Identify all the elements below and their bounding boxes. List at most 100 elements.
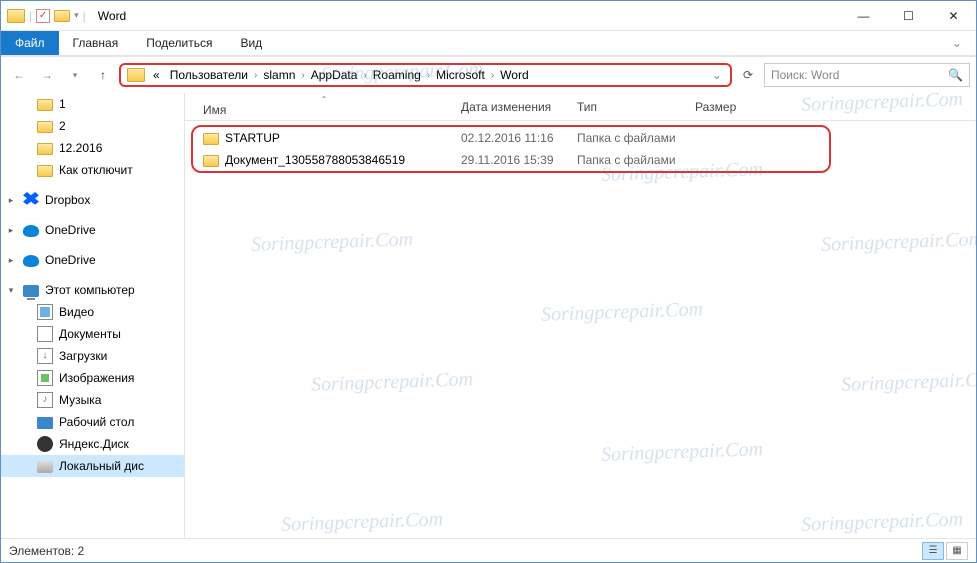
sidebar-item-pictures[interactable]: Изображения: [1, 367, 184, 389]
address-bar[interactable]: « Пользователи› slamn› AppData› Roaming›…: [119, 63, 732, 87]
sidebar-item[interactable]: 2: [1, 115, 184, 137]
sidebar-item-local-disk[interactable]: Локальный дис: [1, 455, 184, 477]
navigation-sidebar: 1 2 12.2016 Как отключит ▸ Dropbox ▸ OneDr…: [1, 93, 185, 538]
sidebar-item-label: Dropbox: [45, 193, 90, 207]
breadcrumb-overflow[interactable]: «: [149, 68, 164, 82]
quick-access-toolbar: | ✓ ▾ |: [1, 9, 92, 23]
sidebar-item-label: Этот компьютер: [45, 283, 135, 297]
disk-icon: [37, 461, 53, 473]
sidebar-item-label: Локальный дис: [59, 459, 144, 473]
sidebar-item-onedrive[interactable]: ▸ OneDrive: [1, 249, 184, 271]
sidebar-item-label: Загрузки: [59, 349, 107, 363]
desktop-icon: [37, 417, 53, 429]
qat-dropdown-icon[interactable]: ▾: [74, 10, 79, 21]
tab-view[interactable]: Вид: [226, 31, 276, 55]
folder-icon: [37, 99, 53, 111]
sidebar-item-label: 1: [59, 97, 66, 111]
view-details-button[interactable]: ☰: [922, 542, 944, 560]
sidebar-item[interactable]: Как отключит: [1, 159, 184, 181]
sidebar-item-label: Как отключит: [59, 163, 133, 177]
ribbon-tabs: Файл Главная Поделиться Вид ⌄: [1, 31, 976, 57]
onedrive-icon: [23, 225, 39, 237]
file-type: Папка с файлами: [569, 153, 687, 167]
sidebar-item-documents[interactable]: Документы: [1, 323, 184, 345]
column-header-type[interactable]: Тип: [569, 100, 687, 114]
window-controls: — ☐ ✕: [841, 1, 976, 31]
address-history-dropdown-icon[interactable]: ⌄: [708, 68, 726, 82]
sidebar-item-label: OneDrive: [45, 253, 96, 267]
sidebar-item-label: Яндекс.Диск: [59, 437, 129, 451]
sidebar-item[interactable]: 12.2016: [1, 137, 184, 159]
chevron-right-icon[interactable]: ›: [254, 70, 257, 81]
expander-icon[interactable]: ▸: [5, 195, 17, 206]
sidebar-item-dropbox[interactable]: ▸ Dropbox: [1, 189, 184, 211]
qat-divider: |: [29, 9, 32, 23]
column-header-size[interactable]: Размер: [687, 100, 767, 114]
main-area: 1 2 12.2016 Как отключит ▸ Dropbox ▸ OneDr…: [1, 93, 976, 538]
downloads-icon: [37, 348, 53, 364]
chevron-right-icon[interactable]: ›: [491, 70, 494, 81]
folder-icon: [37, 143, 53, 155]
close-button[interactable]: ✕: [931, 1, 976, 31]
view-toggle: ☰ ▦: [922, 542, 968, 560]
qat-checkbox-icon[interactable]: ✓: [36, 9, 50, 23]
file-row[interactable]: Документ_130558788053846519 29.11.2016 1…: [185, 149, 976, 171]
pictures-icon: [37, 370, 53, 386]
sidebar-item-yandex-disk[interactable]: Яндекс.Диск: [1, 433, 184, 455]
file-list[interactable]: STARTUP 02.12.2016 11:16 Папка с файлами…: [185, 121, 976, 538]
minimize-button[interactable]: —: [841, 1, 886, 31]
tab-share[interactable]: Поделиться: [132, 31, 226, 55]
qat-divider-2: |: [83, 9, 86, 23]
sidebar-item-label: 12.2016: [59, 141, 102, 155]
status-item-count: Элементов: 2: [9, 544, 84, 558]
column-label: Имя: [203, 103, 226, 117]
sidebar-item-videos[interactable]: Видео: [1, 301, 184, 323]
file-date: 29.11.2016 15:39: [453, 153, 569, 167]
nav-recent-dropdown-icon[interactable]: ▾: [63, 63, 87, 87]
ribbon-expand-icon[interactable]: ⌄: [938, 31, 976, 55]
sidebar-item-onedrive[interactable]: ▸OneDrive: [1, 219, 184, 241]
nav-up-button[interactable]: ↑: [91, 63, 115, 87]
expander-icon[interactable]: ▸: [5, 255, 17, 266]
breadcrumb-item[interactable]: Word: [496, 68, 532, 82]
sidebar-item-downloads[interactable]: Загрузки: [1, 345, 184, 367]
breadcrumb-item[interactable]: Roaming: [369, 68, 425, 82]
qat-open-icon[interactable]: [54, 10, 70, 22]
file-row[interactable]: STARTUP 02.12.2016 11:16 Папка с файлами: [185, 127, 976, 149]
column-headers: ⌃ Имя Дата изменения Тип Размер: [185, 93, 976, 121]
breadcrumb-item[interactable]: slamn: [259, 68, 299, 82]
breadcrumb-item[interactable]: Microsoft: [432, 68, 489, 82]
window-title: Word: [92, 9, 126, 23]
pc-icon: [23, 285, 39, 297]
chevron-right-icon[interactable]: ›: [363, 70, 366, 81]
nav-back-button[interactable]: ←: [7, 63, 31, 87]
sidebar-item-desktop[interactable]: Рабочий стол: [1, 411, 184, 433]
expander-icon[interactable]: ▾: [5, 285, 17, 296]
breadcrumb-item[interactable]: AppData: [307, 68, 362, 82]
column-header-date[interactable]: Дата изменения: [453, 100, 569, 114]
sidebar-item-label: 2: [59, 119, 66, 133]
file-pane: ⌃ Имя Дата изменения Тип Размер STARTUP …: [185, 93, 976, 538]
yandex-disk-icon: [37, 436, 53, 452]
chevron-right-icon[interactable]: ›: [427, 70, 430, 81]
breadcrumb-item[interactable]: Пользователи: [166, 68, 252, 82]
title-bar: | ✓ ▾ | Word — ☐ ✕: [1, 1, 976, 31]
folder-icon: [37, 121, 53, 133]
nav-forward-button[interactable]: →: [35, 63, 59, 87]
tab-file[interactable]: Файл: [1, 31, 59, 55]
sidebar-item-label: Видео: [59, 305, 94, 319]
refresh-button[interactable]: ⟳: [736, 63, 760, 87]
folder-icon: [37, 165, 53, 177]
address-folder-icon: [127, 68, 145, 82]
view-icons-button[interactable]: ▦: [946, 542, 968, 560]
search-input[interactable]: Поиск: Word 🔍: [764, 63, 970, 87]
chevron-right-icon[interactable]: ›: [301, 70, 304, 81]
sidebar-scroll[interactable]: 1 2 12.2016 Как отключит ▸ Dropbox ▸ OneDr…: [1, 93, 184, 538]
expander-icon[interactable]: ▸: [5, 225, 17, 236]
sidebar-item-this-pc[interactable]: ▾ Этот компьютер: [1, 279, 184, 301]
maximize-button[interactable]: ☐: [886, 1, 931, 31]
column-header-name[interactable]: ⌃ Имя: [195, 97, 453, 117]
tab-home[interactable]: Главная: [59, 31, 133, 55]
sidebar-item[interactable]: 1: [1, 93, 184, 115]
sidebar-item-music[interactable]: Музыка: [1, 389, 184, 411]
